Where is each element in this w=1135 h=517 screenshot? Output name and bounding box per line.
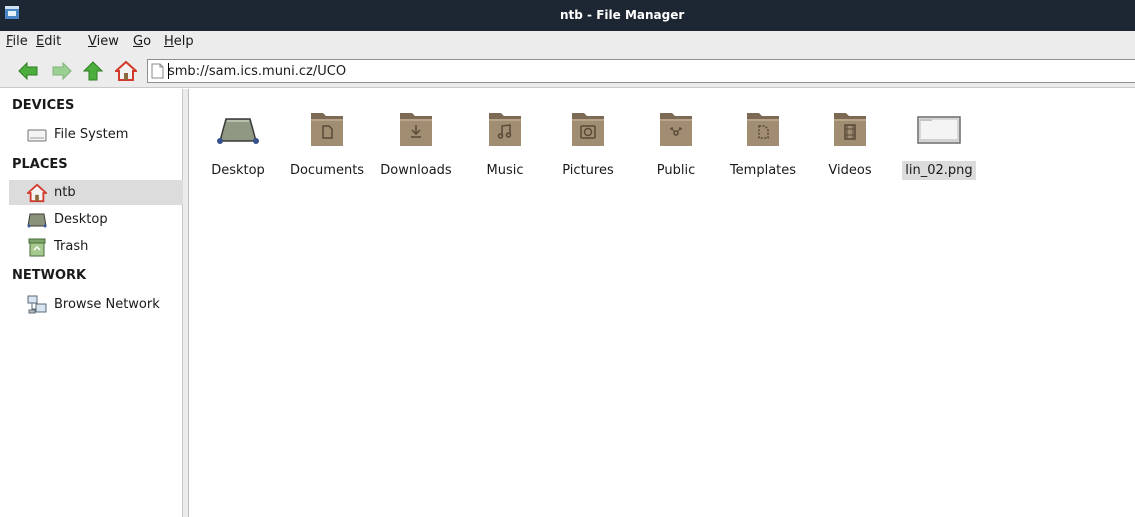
sidebar-item-label: File System [54,127,129,142]
menu-help-label: elp [173,34,194,49]
file-name: Documents [289,163,365,178]
back-arrow-icon [18,62,38,80]
home-icon [115,60,137,81]
back-button[interactable] [16,60,40,82]
templates-folder-icon [747,113,779,146]
section-devices: DEVICES [12,98,75,113]
home-icon [27,183,47,203]
location-input[interactable] [168,61,1068,81]
menu-go-mnemonic: G [133,34,144,49]
up-button[interactable] [81,60,105,82]
file-name: Music [486,163,524,178]
menu-edit-mnemonic: E [36,34,45,49]
file-name: lin_02.png [902,161,976,180]
file-label: Documents [282,163,372,178]
menu-go-label: o [143,34,152,49]
music-folder-icon [489,113,521,146]
forward-button[interactable] [50,60,74,82]
public-folder-icon [660,113,692,146]
sidebar-item-trash[interactable]: Trash [11,234,182,259]
file-item-desktop[interactable]: Desktop [193,97,283,183]
file-item-templates[interactable]: Templates [718,97,808,183]
file-item-videos[interactable]: Videos [805,97,895,183]
file-label: Public [631,163,721,178]
sidebar-item-desktop[interactable]: Desktop [11,207,182,232]
image-file-icon [917,116,961,144]
desktop-icon [27,210,47,230]
sidebar-item-label: Trash [54,239,89,254]
downloads-folder-icon [400,113,432,146]
file-name: Desktop [211,163,265,178]
file-item-lin-02-png[interactable]: lin_02.png [894,97,984,183]
toolbar [0,54,1135,88]
documents-folder-icon [311,113,343,146]
file-name: Pictures [562,163,614,178]
file-name: Downloads [380,163,452,178]
videos-folder-icon [834,113,866,146]
menu-edit-label: dit [44,34,62,49]
file-name: Templates [729,163,797,178]
menu-help[interactable]: Help [164,34,194,49]
menu-go[interactable]: Go [133,34,151,49]
menu-view-label: iew [96,34,119,49]
file-label: Templates [718,163,808,178]
menu-help-mnemonic: H [164,34,174,49]
file-label: Desktop [193,163,283,178]
menu-edit[interactable]: Edit [36,34,61,49]
menu-file-label: ile [12,34,28,49]
forward-arrow-icon [52,62,72,80]
file-label: Pictures [543,163,633,178]
desktop-icon [217,118,259,144]
file-label: Downloads [371,163,461,178]
file-label: lin_02.png [894,161,984,180]
file-label: Music [460,163,550,178]
home-button[interactable] [114,60,138,82]
section-network: NETWORK [12,268,87,283]
section-places: PLACES [12,157,68,172]
sidebar-item-label: Browse Network [54,297,160,312]
sidebar: DEVICES File System PLACES ntb Desktop T… [0,89,183,517]
pictures-folder-icon [572,113,604,146]
network-icon [27,295,47,315]
file-label: Videos [805,163,895,178]
sidebar-item-label: Desktop [54,212,108,227]
text-cursor [168,63,169,79]
menu-view-mnemonic: V [88,34,97,49]
sidebar-item-browse-network[interactable]: Browse Network [11,292,182,317]
sidebar-resize-handle[interactable] [183,89,189,517]
menu-view[interactable]: View [88,34,119,49]
menu-file[interactable]: File [6,34,28,49]
file-item-music[interactable]: Music [460,97,550,183]
title-bar: ntb - File Manager [0,0,1135,31]
trash-icon [27,237,47,257]
menu-bar: File Edit View Go Help [0,31,1135,54]
up-arrow-icon [83,61,103,81]
location-bar[interactable] [147,59,1135,83]
sidebar-item-file-system[interactable]: File System [11,122,182,147]
file-item-documents[interactable]: Documents [282,97,372,183]
file-name: Public [656,163,696,178]
file-name: Videos [828,163,872,178]
file-item-public[interactable]: Public [631,97,721,183]
sidebar-item-label: ntb [54,185,76,200]
file-item-pictures[interactable]: Pictures [543,97,633,183]
file-view: Desktop Documents Downloads Music Pictur… [190,89,1135,517]
sidebar-item-ntb[interactable]: ntb [9,180,183,205]
file-icon [151,63,164,79]
file-item-downloads[interactable]: Downloads [371,97,461,183]
window-title: ntb - File Manager [560,8,685,22]
drive-icon [27,125,47,145]
